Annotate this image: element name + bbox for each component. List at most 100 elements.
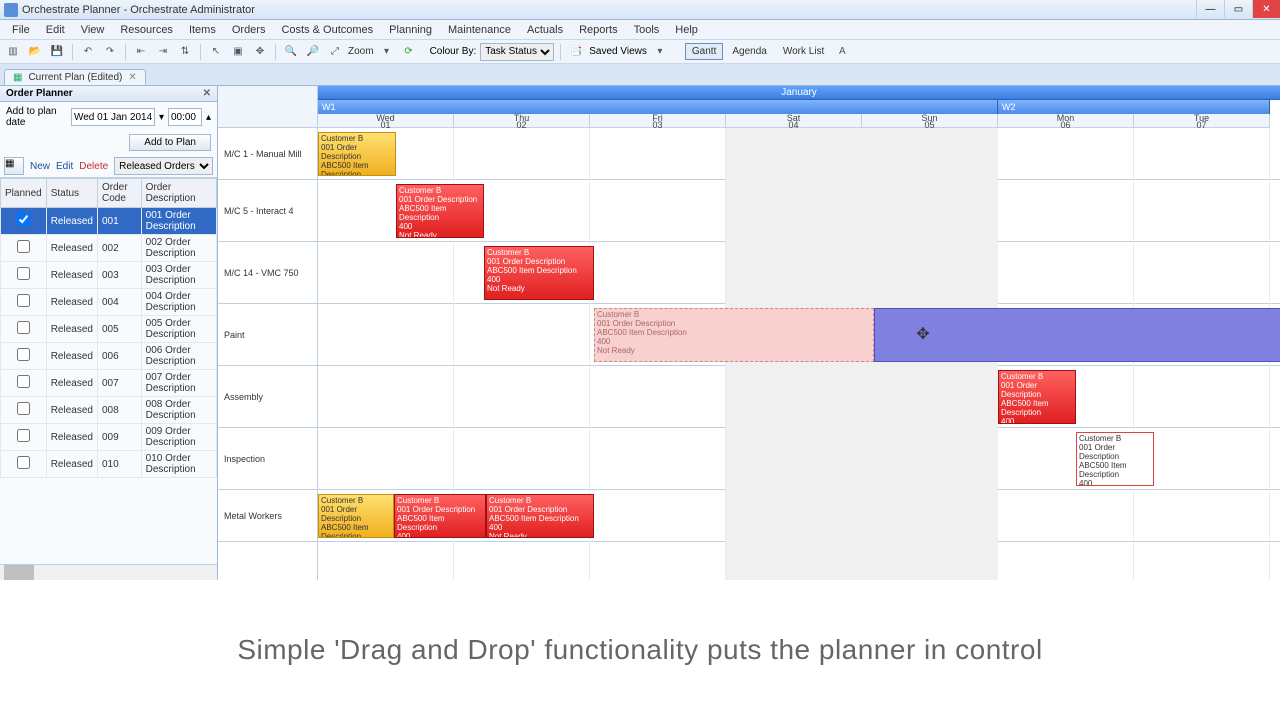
order-row[interactable]: Released003003 Order Description: [1, 262, 217, 289]
planned-checkbox[interactable]: [17, 213, 30, 226]
time-stepper-icon[interactable]: ▴: [206, 112, 211, 123]
refresh-icon[interactable]: ⟳: [400, 43, 418, 61]
menu-file[interactable]: File: [4, 24, 38, 36]
gantt-task[interactable]: Customer B001 Order DescriptionABC500 It…: [484, 246, 594, 300]
view-agenda-button[interactable]: Agenda: [725, 43, 773, 60]
gantt-task[interactable]: Customer B001 Order DescriptionABC500 It…: [594, 308, 874, 362]
view-extra-icon[interactable]: A: [833, 43, 851, 61]
doc-tab-icon: ▦: [13, 72, 22, 83]
menu-orders[interactable]: Orders: [224, 24, 274, 36]
gantt-row-label: Inspection: [218, 428, 317, 490]
menu-items[interactable]: Items: [181, 24, 224, 36]
delete-order-link[interactable]: Delete: [79, 161, 108, 172]
zoom-in-icon[interactable]: 🔍: [282, 43, 300, 61]
order-filter-select[interactable]: Released Orders: [114, 157, 213, 175]
order-row[interactable]: Released009009 Order Description: [1, 424, 217, 451]
menu-tools[interactable]: Tools: [626, 24, 668, 36]
add-to-plan-button[interactable]: Add to Plan: [129, 134, 211, 151]
zoom-fit-icon[interactable]: ⤢: [326, 43, 344, 61]
menu-costs-outcomes[interactable]: Costs & Outcomes: [273, 24, 381, 36]
planned-checkbox[interactable]: [17, 429, 30, 442]
window-title: Orchestrate Planner - Orchestrate Admini…: [22, 4, 255, 16]
menu-help[interactable]: Help: [667, 24, 706, 36]
view-worklist-button[interactable]: Work List: [776, 43, 832, 60]
save-icon[interactable]: 💾: [48, 43, 66, 61]
planned-checkbox[interactable]: [17, 240, 30, 253]
gantt-task[interactable]: Customer B001 Order DescriptionABC500 It…: [1076, 432, 1154, 486]
menu-maintenance[interactable]: Maintenance: [440, 24, 519, 36]
order-grid[interactable]: Planned Status Order Code Order Descript…: [0, 177, 217, 564]
planned-checkbox[interactable]: [17, 267, 30, 280]
undo-icon[interactable]: ↶: [79, 43, 97, 61]
order-planner-header: Order Planner ✕: [0, 86, 217, 102]
order-row[interactable]: Released010010 Order Description: [1, 451, 217, 478]
col-planned[interactable]: Planned: [1, 179, 47, 208]
pan-icon[interactable]: ✥: [251, 43, 269, 61]
gantt-chart[interactable]: January W1W2 Wed01Thu02Fri03Sat04Sun05Mo…: [218, 86, 1280, 580]
minimize-button[interactable]: ―: [1196, 0, 1224, 18]
menu-edit[interactable]: Edit: [38, 24, 73, 36]
date-picker-icon[interactable]: ▾: [159, 112, 164, 123]
order-row[interactable]: Released004004 Order Description: [1, 289, 217, 316]
planned-checkbox[interactable]: [17, 321, 30, 334]
gantt-task[interactable]: Customer B001 Order DescriptionABC500 It…: [998, 370, 1076, 424]
new-icon[interactable]: ▥: [4, 43, 22, 61]
view-gantt-button[interactable]: Gantt: [685, 43, 723, 60]
panel-close-icon[interactable]: ✕: [203, 88, 211, 99]
cursor-icon[interactable]: ↖: [207, 43, 225, 61]
menu-planning[interactable]: Planning: [381, 24, 440, 36]
doc-tab-current-plan[interactable]: ▦ Current Plan (Edited) ✕: [4, 69, 146, 85]
order-row[interactable]: Released002002 Order Description: [1, 235, 217, 262]
savedviews-dropdown-icon[interactable]: ▾: [651, 43, 669, 61]
open-icon[interactable]: 📂: [26, 43, 44, 61]
savedviews-icon[interactable]: 📑: [567, 43, 585, 61]
order-row[interactable]: Released006006 Order Description: [1, 343, 217, 370]
planned-checkbox[interactable]: [17, 456, 30, 469]
col-code[interactable]: Order Code: [97, 179, 141, 208]
menu-resources[interactable]: Resources: [112, 24, 181, 36]
zoom-dropdown-icon[interactable]: ▾: [378, 43, 396, 61]
gantt-row-label: M/C 5 - Interact 4: [218, 180, 317, 242]
gantt-task[interactable]: Customer B001 Order DescriptionABC500 It…: [318, 494, 394, 538]
planned-checkbox[interactable]: [17, 294, 30, 307]
move-cursor-icon: ✥: [913, 324, 933, 344]
link-icon[interactable]: ⇅: [176, 43, 194, 61]
plan-date-input[interactable]: [71, 108, 155, 126]
order-row[interactable]: Released005005 Order Description: [1, 316, 217, 343]
col-status[interactable]: Status: [46, 179, 97, 208]
indent-right-icon[interactable]: ⇥: [154, 43, 172, 61]
colourby-select[interactable]: Task Status: [480, 43, 554, 61]
plan-time-input[interactable]: [168, 108, 202, 126]
order-row[interactable]: Released007007 Order Description: [1, 370, 217, 397]
indent-left-icon[interactable]: ⇤: [132, 43, 150, 61]
planned-checkbox[interactable]: [17, 348, 30, 361]
order-filter-icon[interactable]: ▦: [4, 157, 24, 175]
zoom-out-icon[interactable]: 🔎: [304, 43, 322, 61]
menu-view[interactable]: View: [73, 24, 113, 36]
edit-order-link[interactable]: Edit: [56, 161, 73, 172]
menu-reports[interactable]: Reports: [571, 24, 626, 36]
menu-actuals[interactable]: Actuals: [519, 24, 571, 36]
close-button[interactable]: ✕: [1252, 0, 1280, 18]
select-icon[interactable]: ▣: [229, 43, 247, 61]
planned-checkbox[interactable]: [17, 375, 30, 388]
gantt-task[interactable]: Customer B001 Order DescriptionABC500 It…: [394, 494, 486, 538]
gantt-task[interactable]: Customer B001 Order DescriptionABC500 It…: [396, 184, 484, 238]
doc-tab-label: Current Plan (Edited): [28, 72, 122, 83]
gantt-task[interactable]: [874, 308, 1280, 362]
grid-scrollbar[interactable]: [0, 564, 217, 580]
gantt-task[interactable]: Customer B001 Order DescriptionABC500 It…: [486, 494, 594, 538]
doc-tab-close-icon[interactable]: ✕: [128, 72, 136, 83]
redo-icon[interactable]: ↷: [101, 43, 119, 61]
gantt-task[interactable]: Customer B001 Order DescriptionABC500 It…: [318, 132, 396, 176]
new-order-link[interactable]: New: [30, 161, 50, 172]
app-icon: [4, 3, 18, 17]
col-desc[interactable]: Order Description: [141, 179, 216, 208]
caption: Simple 'Drag and Drop' functionality put…: [0, 580, 1280, 720]
order-row[interactable]: Released008008 Order Description: [1, 397, 217, 424]
maximize-button[interactable]: ▭: [1224, 0, 1252, 18]
savedviews-label[interactable]: Saved Views: [589, 46, 647, 57]
order-row[interactable]: Released001001 Order Description: [1, 208, 217, 235]
gantt-day-header: Fri03: [590, 114, 726, 128]
planned-checkbox[interactable]: [17, 402, 30, 415]
